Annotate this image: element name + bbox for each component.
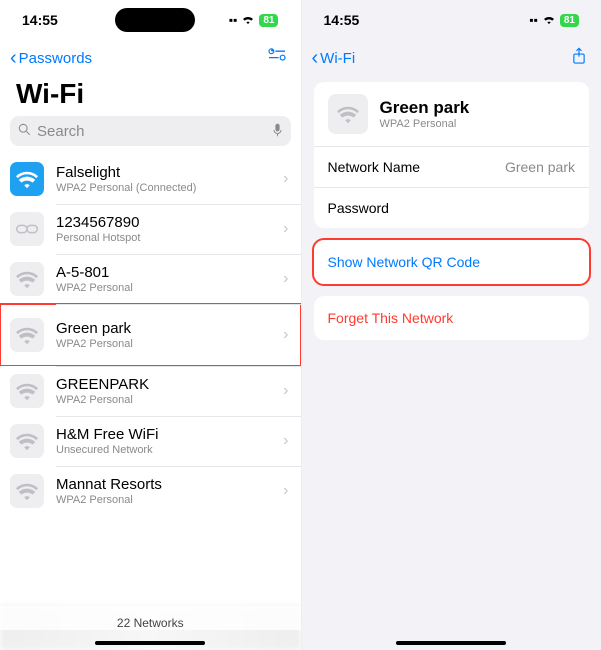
network-row[interactable]: FalselightWPA2 Personal (Connected)›: [0, 154, 301, 204]
network-row[interactable]: A-5-801WPA2 Personal›: [0, 254, 301, 304]
nav-bar: ‹ Passwords: [0, 40, 301, 76]
network-name: Green park: [380, 98, 470, 118]
chevron-right-icon: ›: [283, 432, 288, 450]
page-title: Wi-Fi: [0, 76, 301, 116]
network-sub: WPA2 Personal: [56, 338, 283, 350]
chevron-right-icon: ›: [283, 326, 288, 344]
chevron-left-icon: ‹: [10, 48, 17, 68]
network-name: Mannat Resorts: [56, 476, 283, 493]
network-row[interactable]: 1234567890Personal Hotspot›: [0, 204, 301, 254]
network-sub: WPA2 Personal (Connected): [56, 182, 283, 194]
wifi-icon: [10, 424, 44, 458]
cellular-icon: ▪▪: [229, 13, 238, 27]
network-name: Green park: [56, 320, 283, 337]
status-bar: 14:55 ▪▪ 81: [302, 0, 601, 40]
network-name: 1234567890: [56, 214, 283, 231]
chevron-right-icon: ›: [283, 482, 288, 500]
field-label: Network Name: [328, 159, 421, 175]
back-label: Wi-Fi: [320, 50, 355, 67]
chevron-right-icon: ›: [283, 270, 288, 288]
hotspot-icon: [10, 212, 44, 246]
battery-icon: 81: [560, 14, 579, 27]
show-qr-button[interactable]: Show Network QR Code: [314, 240, 590, 284]
back-label: Passwords: [19, 50, 92, 67]
sort-button[interactable]: [263, 48, 291, 69]
wifi-icon: [10, 374, 44, 408]
chevron-right-icon: ›: [283, 220, 288, 238]
back-button[interactable]: ‹ Wi-Fi: [312, 48, 356, 68]
chevron-right-icon: ›: [283, 170, 288, 188]
status-time: 14:55: [324, 12, 384, 28]
cellular-icon: ▪▪: [529, 13, 538, 27]
network-row[interactable]: H&M Free WiFiUnsecured Network›: [0, 416, 301, 466]
wifi-icon: [10, 162, 44, 196]
password-row[interactable]: Password: [314, 187, 590, 228]
network-row[interactable]: Mannat ResortsWPA2 Personal›: [0, 466, 301, 516]
field-label: Password: [328, 200, 389, 216]
chevron-right-icon: ›: [283, 382, 288, 400]
network-name: H&M Free WiFi: [56, 426, 283, 443]
home-indicator[interactable]: [396, 641, 506, 645]
network-list: FalselightWPA2 Personal (Connected)›1234…: [0, 154, 301, 606]
home-indicator[interactable]: [95, 641, 205, 645]
wifi-icon: [10, 318, 44, 352]
network-row[interactable]: Green parkWPA2 Personal›: [0, 304, 301, 366]
network-name: A-5-801: [56, 264, 283, 281]
wifi-status-icon: [542, 13, 556, 27]
network-security: WPA2 Personal: [380, 118, 470, 130]
network-name: Falselight: [56, 164, 283, 181]
status-time: 14:55: [22, 12, 82, 28]
network-sub: WPA2 Personal: [56, 494, 283, 506]
wifi-icon: [10, 262, 44, 296]
network-row[interactable]: GREENPARKWPA2 Personal›: [0, 366, 301, 416]
network-header: Green park WPA2 Personal: [314, 82, 590, 146]
back-button[interactable]: ‹ Passwords: [10, 48, 92, 68]
search-placeholder: Search: [37, 123, 272, 140]
network-sub: WPA2 Personal: [56, 282, 283, 294]
search-icon: [18, 123, 31, 139]
qr-code-card: Show Network QR Code: [314, 240, 590, 284]
field-value: Green park: [505, 159, 575, 175]
status-icons: ▪▪ 81: [529, 13, 579, 27]
dynamic-island: [115, 8, 195, 32]
wifi-icon: [328, 94, 368, 134]
network-name-row[interactable]: Network Name Green park: [314, 146, 590, 187]
wifi-status-icon: [241, 13, 255, 27]
network-sub: WPA2 Personal: [56, 394, 283, 406]
mic-icon[interactable]: [272, 123, 283, 140]
status-icons: ▪▪ 81: [229, 13, 279, 27]
network-count: 22 Networks: [0, 606, 301, 630]
share-button[interactable]: [567, 47, 591, 70]
search-input[interactable]: Search: [10, 116, 291, 146]
forget-card: Forget This Network: [314, 296, 590, 340]
network-sub: Personal Hotspot: [56, 232, 283, 244]
network-sub: Unsecured Network: [56, 444, 283, 456]
nav-bar: ‹ Wi-Fi: [302, 40, 601, 76]
forget-network-button[interactable]: Forget This Network: [314, 296, 590, 340]
chevron-left-icon: ‹: [312, 48, 319, 68]
status-bar: 14:55 ▪▪ 81: [0, 0, 301, 40]
wifi-icon: [10, 474, 44, 508]
network-info-card: Green park WPA2 Personal Network Name Gr…: [314, 82, 590, 228]
battery-icon: 81: [259, 14, 278, 27]
network-name: GREENPARK: [56, 376, 283, 393]
